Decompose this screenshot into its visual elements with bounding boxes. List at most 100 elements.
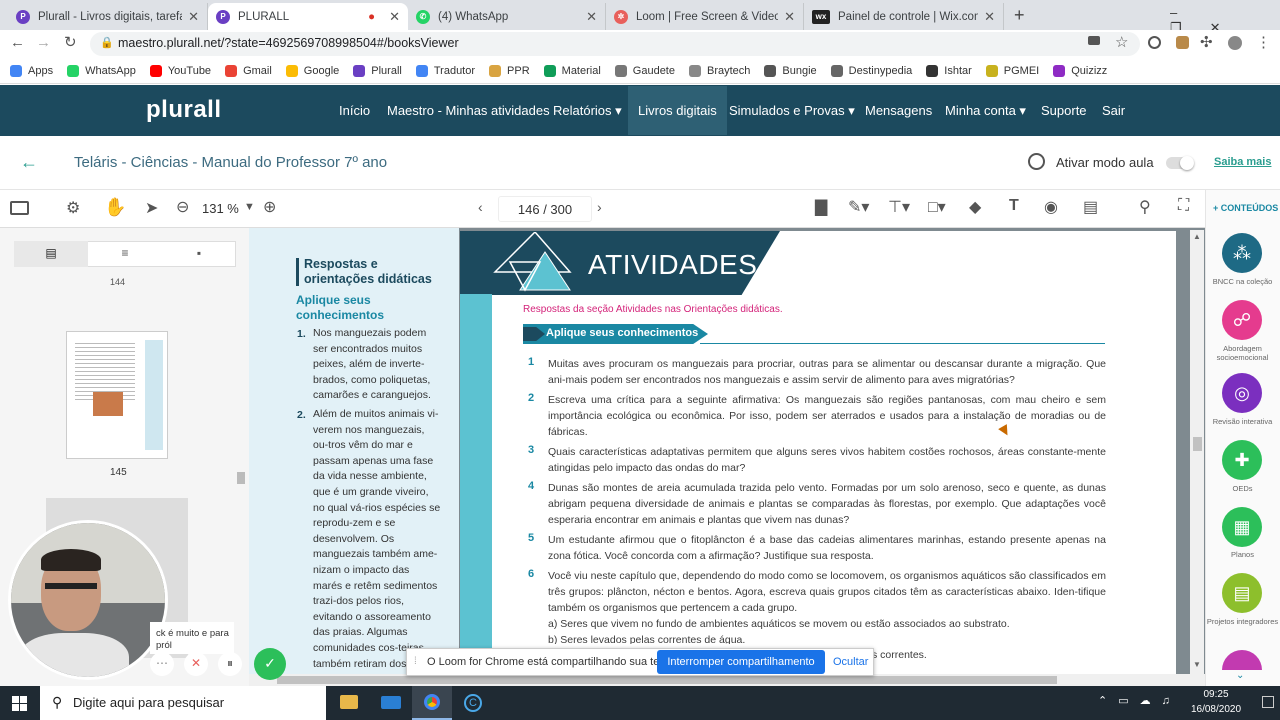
nav-inicio[interactable]: Início [339,103,370,118]
profile-avatar[interactable] [1228,36,1242,50]
learn-more-link[interactable]: Saiba mais [1214,156,1271,168]
bookmark-item[interactable]: Apps [10,64,53,77]
class-mode-toggle[interactable] [1166,156,1194,170]
zoom-in-icon[interactable]: ⊕ [263,197,276,217]
page-indicator[interactable]: 146 / 300 [498,196,592,222]
zoom-level[interactable]: 131 % [202,201,239,216]
bncc-icon[interactable]: ⁂ [1222,233,1262,273]
projects-document-icon[interactable]: ▤ [1222,573,1262,613]
extension-icon[interactable] [1176,36,1189,49]
comment-icon[interactable]: ▇ [815,197,827,217]
bookmark-item[interactable]: Quizizz [1053,64,1107,77]
loom-finish-icon[interactable]: ✓ [254,648,286,680]
eraser-icon[interactable]: ◆ [969,197,981,217]
socioemotional-icon[interactable]: ☍ [1222,300,1262,340]
bookmark-item[interactable]: PGMEI [985,64,1039,77]
bookmark-item[interactable]: Tradutor [415,64,475,77]
hide-link[interactable]: Ocultar [833,656,868,668]
bookmark-item[interactable]: Google [285,64,339,77]
thumbnails-tab-icon[interactable]: ▤ [14,241,88,267]
nav-mensagens[interactable]: Mensagens [865,103,932,118]
nav-maestro[interactable]: Maestro - Minhas atividades [387,103,550,118]
loom-webcam-bubble[interactable] [8,520,168,680]
back-arrow-icon[interactable]: ← [20,152,38,173]
annotations-tab-icon[interactable]: ▪ [162,241,236,267]
loom-cancel-icon[interactable]: ✕ [184,652,208,676]
sidebar-scroll-down-icon[interactable]: ⌄ [1236,670,1244,681]
menu-icon[interactable]: ⋮ [1256,33,1271,51]
outline-tab-icon[interactable]: ≡ [88,241,162,267]
eye-icon[interactable]: ◉ [1044,197,1058,217]
browser-tab-active[interactable]: P PLURALL ● ✕ [208,3,408,30]
bookmark-item[interactable]: Gaudete [614,64,675,77]
nav-minha-conta[interactable]: Minha conta ▾ [945,103,1026,119]
stop-sharing-button[interactable]: Interromper compartilhamento [657,650,825,674]
pen-tool-icon[interactable]: ✎▾ [848,197,869,217]
close-tab-icon[interactable]: ✕ [784,9,795,25]
bookmark-item[interactable]: YouTube [149,64,211,77]
nav-sair[interactable]: Sair [1102,103,1125,118]
search-icon[interactable]: ⚲ [1139,197,1151,217]
close-tab-icon[interactable]: ✕ [188,9,199,25]
loom-pause-icon[interactable]: ⏸ [218,652,242,676]
bookmark-item[interactable]: WhatsApp [67,64,136,77]
app-c-icon[interactable]: C [464,694,482,712]
bookmark-item[interactable]: PPR [489,64,530,77]
reload-icon[interactable]: ↻ [64,33,77,51]
system-tray-icons[interactable]: ⌃▭☁♫ [1098,694,1181,707]
browser-tab[interactable]: PPlurall - Livros digitais, tarefas, tu✕ [8,3,208,30]
oeds-puzzle-icon[interactable]: ✚ [1222,440,1262,480]
table-tool-icon[interactable]: ⊤▾ [888,197,910,217]
page-scrollbar[interactable]: ▲ ▼ [1190,230,1204,674]
zoom-dropdown-icon[interactable]: ▼ [244,201,255,213]
close-tab-icon[interactable]: ✕ [389,9,400,25]
drag-handle-icon[interactable]: ⁞ [414,656,417,667]
fullscreen-icon[interactable]: ⛶ [1178,197,1189,215]
interactive-review-icon[interactable]: ◎ [1222,373,1262,413]
bookmark-item[interactable]: Destinypedia [830,64,912,77]
file-explorer-icon[interactable] [340,695,358,709]
plans-calendar-icon[interactable]: ▦ [1222,507,1262,547]
settings-icon[interactable]: ⚙ [66,198,80,218]
shape-tool-icon[interactable]: □▾ [928,197,946,217]
chrome-taskbar-button[interactable] [412,686,452,720]
back-icon[interactable]: ← [10,34,25,51]
windows-start-icon[interactable] [12,696,27,711]
hand-tool-icon[interactable]: ✋ [104,197,126,218]
star-icon[interactable]: ☆ [1115,33,1128,51]
nav-suporte[interactable]: Suporte [1041,103,1087,118]
camera-icon[interactable] [1088,36,1100,45]
prev-page-icon[interactable]: ‹ [478,199,483,215]
nav-simulados[interactable]: Simulados e Provas ▾ [729,103,855,119]
browser-tab[interactable]: wx Painel de controle | Wix.com ✕ [804,3,1004,30]
forward-icon[interactable]: → [36,34,51,51]
zoom-out-icon[interactable]: ⊖ [176,197,189,217]
notes-icon[interactable]: ▤ [1083,197,1098,217]
nav-relatorios[interactable]: Relatórios ▾ [553,103,622,119]
bookmark-item[interactable]: Plurall [353,64,402,77]
mail-icon[interactable] [381,696,401,709]
close-tab-icon[interactable]: ✕ [984,9,995,25]
taskbar-search[interactable]: Digite aqui para pesquisar [40,686,326,720]
bookmark-item[interactable]: Ishtar [926,64,972,77]
text-tool-icon[interactable]: T [1009,197,1019,215]
sidebar-toggle-icon[interactable] [10,201,29,215]
address-bar[interactable]: 🔒 maestro.plurall.net/?state=469256970899… [90,32,1140,56]
notifications-icon[interactable] [1262,696,1274,708]
close-tab-icon[interactable]: ✕ [586,9,597,25]
page-thumbnail[interactable] [66,331,168,459]
bookmark-item[interactable]: Bungie [764,64,817,77]
loom-more-icon[interactable]: ⋯ [150,652,174,676]
browser-tab[interactable]: ✲Loom | Free Screen & Video Reco✕ [606,3,804,30]
nav-livros-digitais[interactable]: Livros digitais [628,86,727,135]
new-tab-icon[interactable]: + [1014,5,1025,26]
browser-tab[interactable]: ✆ (4) WhatsApp ✕ [408,3,606,30]
bookmark-item[interactable]: Gmail [225,64,272,77]
contents-toggle[interactable]: + CONTEÚDOS [1213,203,1278,213]
next-page-icon[interactable]: › [597,199,602,215]
puzzle-icon[interactable]: ✣ [1200,33,1213,51]
pointer-icon[interactable]: ➤ [145,198,158,218]
bookmark-item[interactable]: Material [543,64,601,77]
extension-icon[interactable] [1148,36,1161,49]
panel-scrollbar[interactable] [236,280,246,680]
